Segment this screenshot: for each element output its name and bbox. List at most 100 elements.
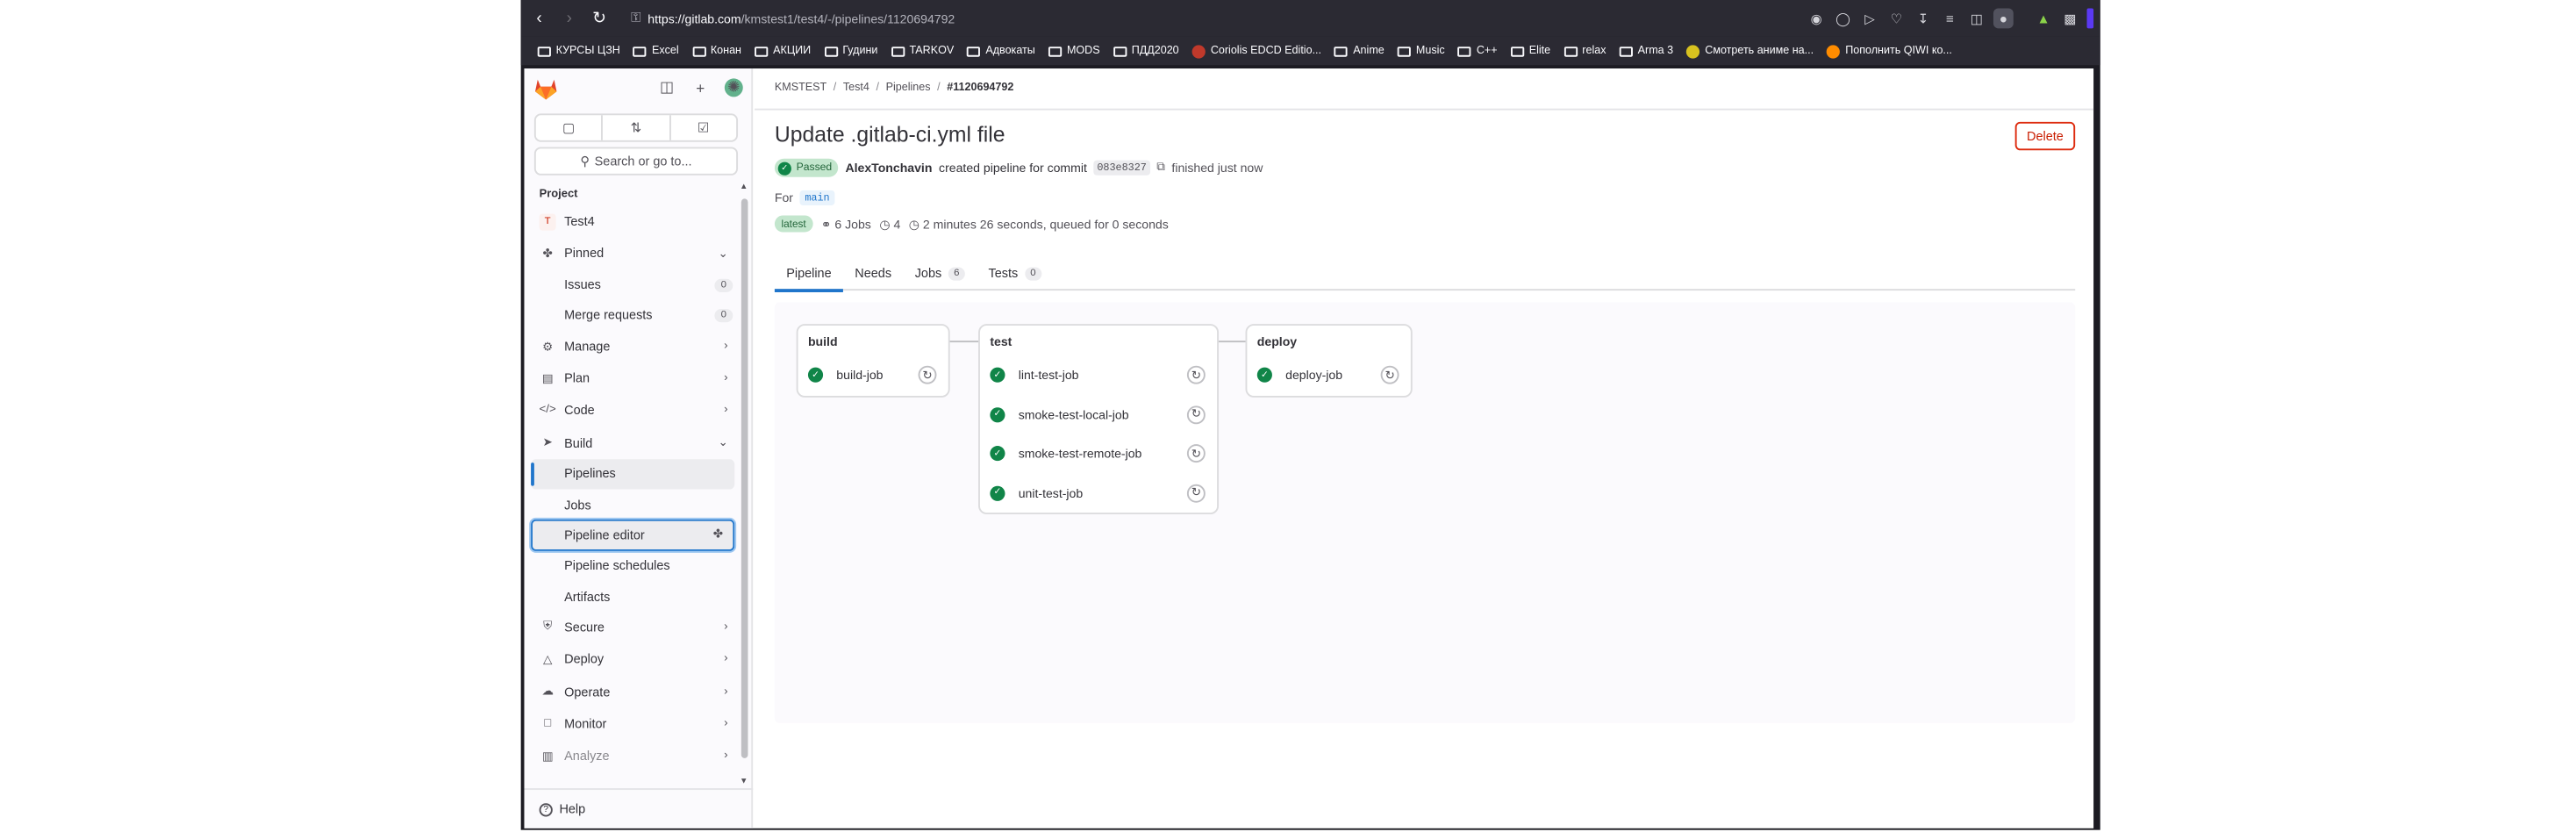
scrollbar-thumb[interactable] <box>741 198 748 758</box>
bookmark-folder[interactable]: relax <box>1563 45 1606 57</box>
cloud-icon: ☁ <box>541 686 554 699</box>
copy-icon[interactable]: ⧉ <box>1156 161 1165 175</box>
merge-request-counter-icon[interactable]: ⇅ <box>604 115 671 140</box>
pin-icon[interactable]: ✤ <box>713 528 723 542</box>
bookmark-link[interactable]: Пополнить QIWI ко... <box>1827 44 1952 58</box>
account-icon[interactable]: ● <box>1993 8 2014 29</box>
search-button[interactable]: ⚲ Search or go to... <box>533 147 739 176</box>
sidebar-item-secure[interactable]: ⛨ Secure › <box>524 612 741 644</box>
job-deploy[interactable]: ✓ deploy-job <box>1256 361 1342 389</box>
sidebar-item-monitor[interactable]: □ Monitor › <box>524 707 741 740</box>
breadcrumb-current[interactable]: #1120694792 <box>947 82 1013 93</box>
sidebar-item-code[interactable]: </> Code › <box>524 395 741 427</box>
sidebar-item-analyze[interactable]: ▥ Analyze › <box>524 740 741 772</box>
retry-icon[interactable]: ↻ <box>1186 405 1206 424</box>
sidebar-item-operate[interactable]: ☁ Operate › <box>524 676 741 708</box>
breadcrumb-group[interactable]: KMSTEST <box>775 82 826 93</box>
forward-icon[interactable]: › <box>555 4 584 33</box>
extensions-icon[interactable]: ▩ <box>2060 9 2080 29</box>
job-smoke-test-remote[interactable]: ✓ smoke-test-remote-job <box>990 439 1141 467</box>
shield-icon[interactable]: ◯ <box>1833 9 1853 29</box>
retry-icon[interactable]: ↻ <box>1380 365 1399 384</box>
chevron-down-icon: ⌄ <box>718 248 728 261</box>
sidebar-toggle-icon[interactable]: ◫ <box>1966 9 1986 29</box>
tab-jobs[interactable]: Jobs 6 <box>903 255 977 290</box>
sidebar-item-pinned[interactable]: ✤ Pinned ⌄ <box>524 238 741 270</box>
sidebar-item-deploy[interactable]: △ Deploy › <box>524 643 741 676</box>
author-link[interactable]: AlexTonchavin <box>845 161 932 176</box>
sidebar-item-build[interactable]: ➤ Build ⌄ <box>524 427 741 459</box>
sidebar-item-artifacts[interactable]: Artifacts <box>524 581 741 612</box>
bookmark-folder[interactable]: Конан <box>691 45 741 57</box>
tab-pipeline[interactable]: Pipeline <box>774 255 844 292</box>
retry-icon[interactable]: ↻ <box>1186 365 1206 384</box>
gitlab-logo-icon[interactable] <box>534 77 558 99</box>
stages-icon: ◷ <box>879 216 891 232</box>
extension-icon[interactable]: ▲ <box>2034 9 2054 29</box>
job-smoke-test-local[interactable]: ✓ smoke-test-local-job <box>990 400 1129 428</box>
heart-icon[interactable]: ♡ <box>1886 9 1907 29</box>
sidebar-item-pipelines[interactable]: Pipelines <box>531 458 735 490</box>
chevron-right-icon: › <box>724 405 728 417</box>
back-icon[interactable]: ‹ <box>524 4 554 33</box>
library-icon[interactable]: ≡ <box>1940 9 1960 29</box>
sidebar-item-pipeline-schedules[interactable]: Pipeline schedules <box>524 550 741 581</box>
bookmark-folder[interactable]: Anime <box>1335 45 1385 57</box>
branch-link[interactable]: main <box>799 190 835 206</box>
bookmark-folder[interactable]: АКЦИИ <box>755 45 811 57</box>
bookmark-folder[interactable]: TARKOV <box>891 45 954 57</box>
status-badge[interactable]: ✓ Passed <box>774 158 839 177</box>
todo-counter-icon[interactable]: ☑ <box>670 115 736 140</box>
sidebar-scrollbar[interactable]: ▲ ▼ <box>738 182 751 786</box>
sidebar-item-merge-requests[interactable]: Merge requests 0 <box>524 300 741 331</box>
sidebar-item-issues[interactable]: Issues 0 <box>524 269 741 300</box>
job-lint-test[interactable]: ✓ lint-test-job <box>990 361 1079 389</box>
sidebar-item-jobs[interactable]: Jobs <box>524 490 741 520</box>
sidebar-nav: Project T Test4 ✤ Pinned ⌄ Issues 0 Merg… <box>524 182 741 783</box>
sidebar-item-plan[interactable]: ▤ Plan › <box>524 362 741 395</box>
reload-icon[interactable]: ↻ <box>584 4 614 33</box>
bookmark-folder[interactable]: Elite <box>1510 45 1550 57</box>
issues-counter-icon[interactable]: ▢ <box>536 115 604 140</box>
bookmark-folder[interactable]: Адвокаты <box>967 45 1035 57</box>
play-icon[interactable]: ▷ <box>1860 9 1880 29</box>
bookmark-link[interactable]: Coriolis EDCD Editio... <box>1191 44 1321 58</box>
bookmark-folder[interactable]: Arma 3 <box>1619 45 1673 57</box>
chevron-right-icon: › <box>724 685 728 698</box>
tab-needs[interactable]: Needs <box>843 255 903 290</box>
sidebar-item-pipeline-editor[interactable]: Pipeline editor ✤ <box>529 518 737 553</box>
help-button[interactable]: ? Help <box>524 788 754 828</box>
breadcrumb-project[interactable]: Test4 <box>843 82 869 93</box>
extension-bar-icon[interactable] <box>2086 8 2094 29</box>
bookmark-folder[interactable]: Excel <box>633 45 679 57</box>
sidebar-item-manage[interactable]: ⚙ Manage › <box>524 331 741 363</box>
sidebar-item-project[interactable]: T Test4 <box>524 205 741 238</box>
bookmark-folder[interactable]: КУРСЫ ЦЗН <box>537 45 620 57</box>
commit-sha-link[interactable]: 083e8327 <box>1093 160 1150 176</box>
collapse-sidebar-icon[interactable]: ◫ <box>658 78 676 97</box>
download-icon[interactable]: ↧ <box>1914 9 1934 29</box>
screenshot-icon[interactable]: ◉ <box>1807 9 1827 29</box>
retry-icon[interactable]: ↻ <box>918 365 937 384</box>
job-build[interactable]: ✓ build-job <box>807 361 883 389</box>
avatar[interactable]: ✺ <box>724 78 743 97</box>
bookmark-link[interactable]: Смотреть аниме на... <box>1686 44 1814 58</box>
scroll-down-icon[interactable]: ▼ <box>740 777 748 786</box>
retry-icon[interactable]: ↻ <box>1186 444 1206 463</box>
breadcrumb-pipelines[interactable]: Pipelines <box>886 82 931 93</box>
bookmark-label: MODS <box>1066 45 1100 57</box>
scroll-up-icon[interactable]: ▲ <box>740 182 748 191</box>
bookmark-folder[interactable]: Music <box>1398 45 1445 57</box>
job-unit-test[interactable]: ✓ unit-test-job <box>990 478 1083 506</box>
bookmark-folder[interactable]: ПДД2020 <box>1113 45 1179 57</box>
sidebar-item-label: Build <box>564 434 593 451</box>
bookmark-folder[interactable]: Гудини <box>824 45 877 57</box>
retry-icon[interactable]: ↻ <box>1186 483 1206 502</box>
bookmark-folder[interactable]: MODS <box>1048 45 1100 57</box>
bookmark-folder[interactable]: C++ <box>1457 45 1498 57</box>
pipeline-meta: ✓ Passed AlexTonchavin created pipeline … <box>774 158 1263 177</box>
delete-button[interactable]: Delete <box>2014 121 2076 151</box>
rocket-icon: ➤ <box>542 437 553 450</box>
plus-icon[interactable]: + <box>691 78 710 97</box>
tab-tests[interactable]: Tests 0 <box>977 255 1053 290</box>
